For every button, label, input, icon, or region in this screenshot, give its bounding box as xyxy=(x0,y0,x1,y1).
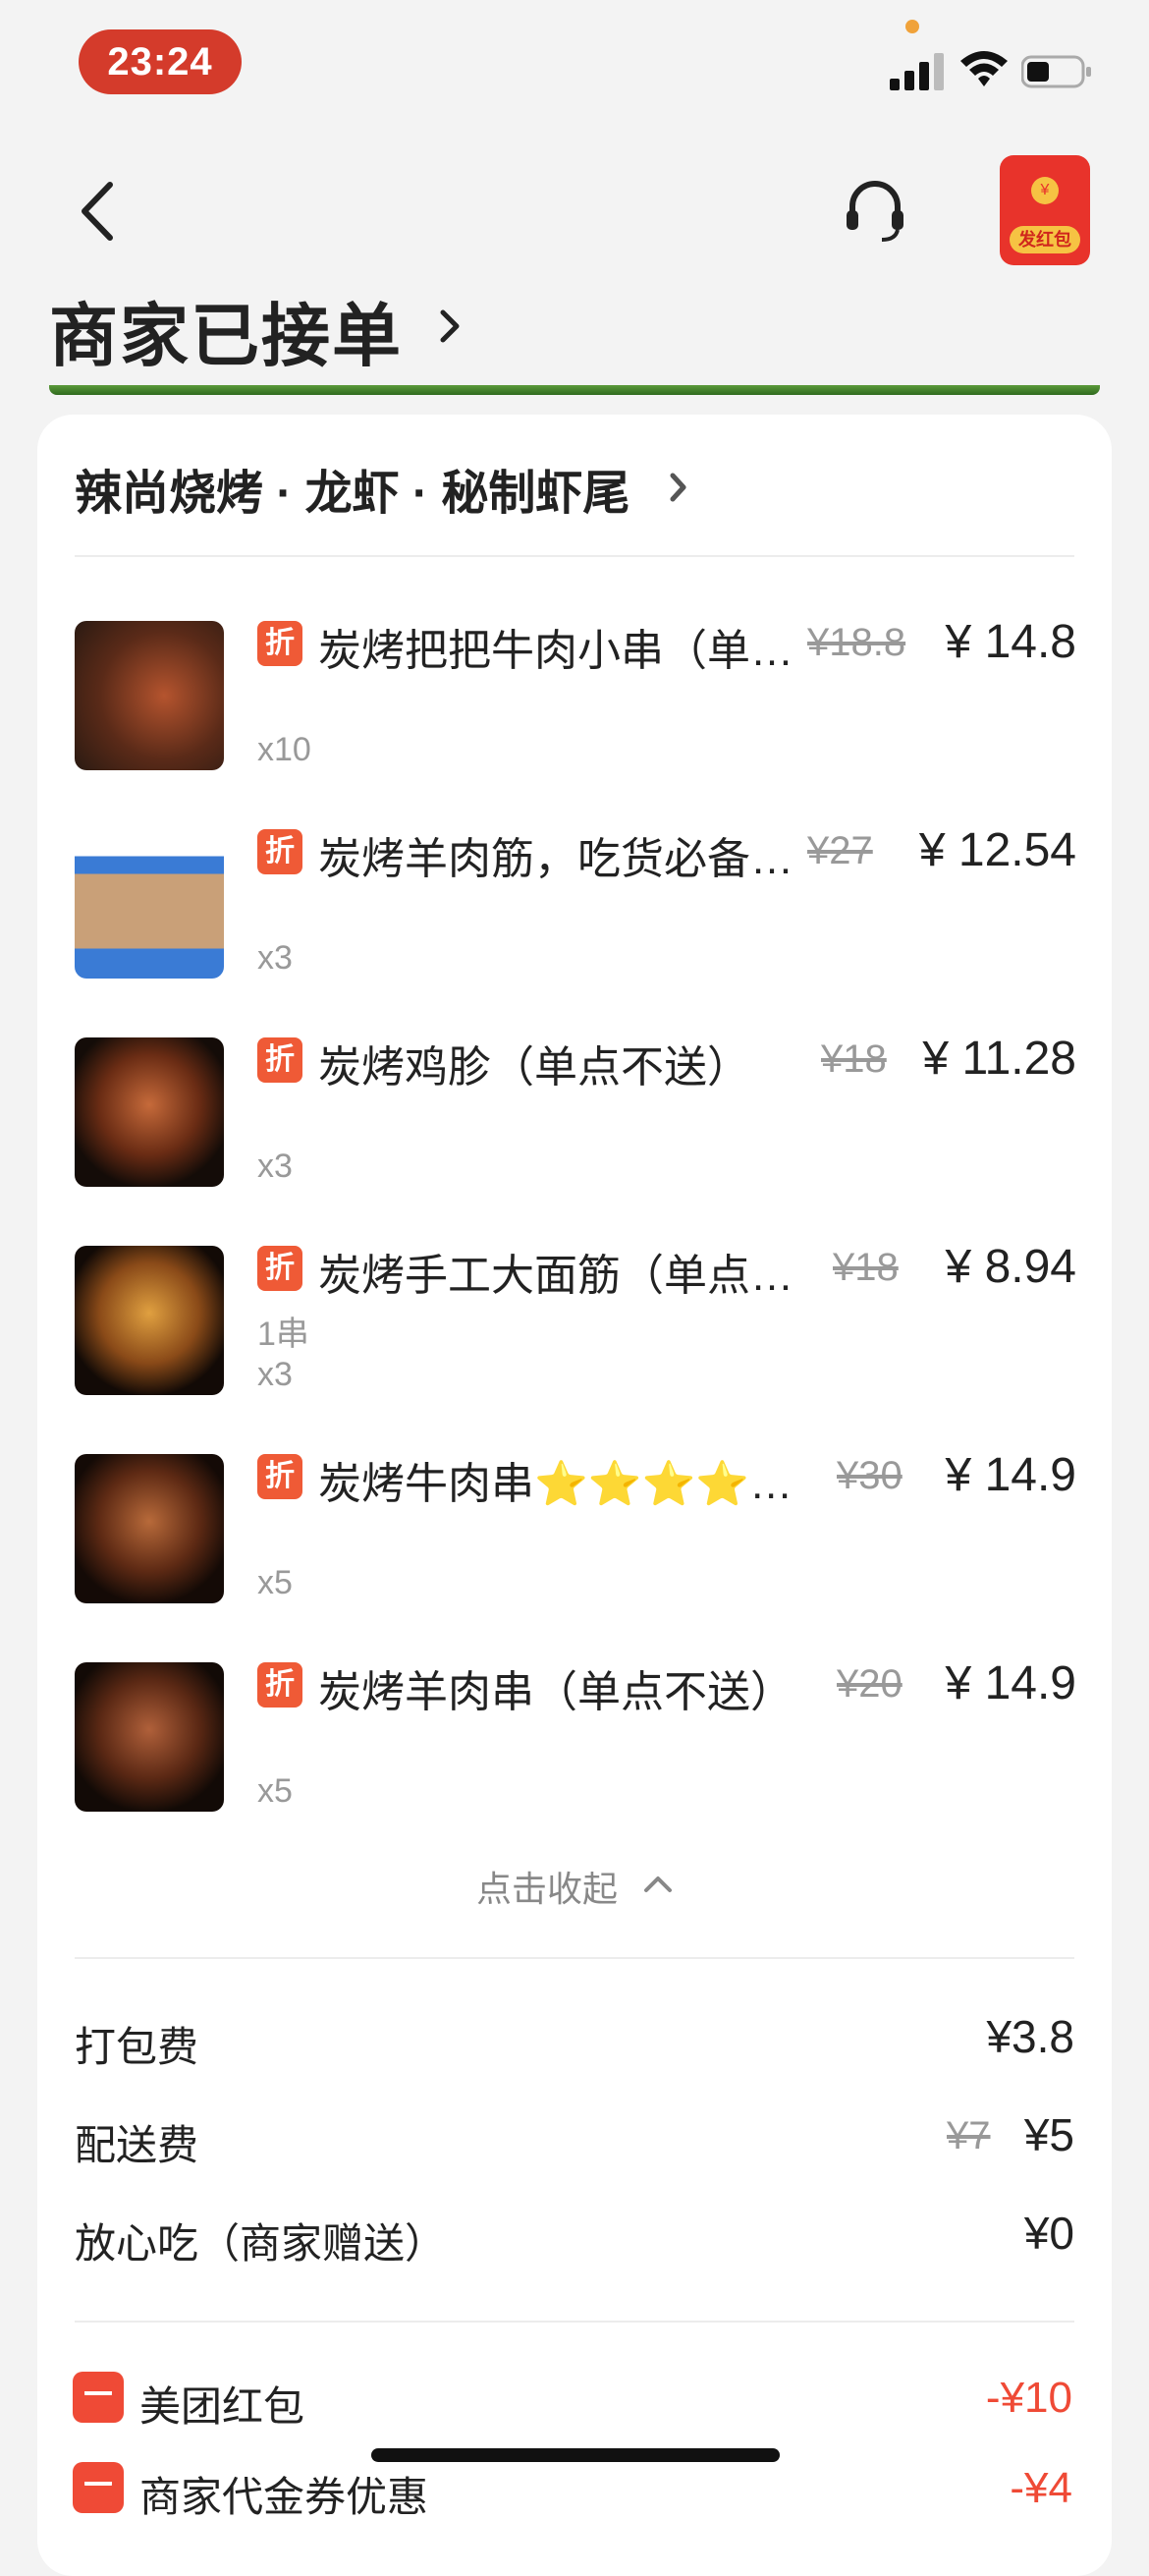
item-price: ¥ 8.94 xyxy=(945,1241,1076,1293)
item-name: 炭烤手工大面筋（单点… xyxy=(318,1252,793,1300)
item-price: ¥ 14.9 xyxy=(945,1657,1076,1709)
item-quantity: x5 xyxy=(257,1564,293,1601)
privacy-indicator-dot xyxy=(905,20,919,33)
battery-icon xyxy=(1021,55,1091,88)
item-original-price: ¥27 xyxy=(807,829,873,872)
delivery-fee-value: ¥5 xyxy=(1023,2109,1074,2160)
voucher-label: 商家代金券优惠 xyxy=(139,2474,429,2520)
discount-badge: 折 xyxy=(257,1454,302,1499)
cellular-signal-icon xyxy=(890,53,944,90)
map-banner-strip xyxy=(49,385,1100,395)
discount-badge: 折 xyxy=(257,621,302,666)
item-thumbnail xyxy=(75,1662,224,1812)
delivery-fee-label: 配送费 xyxy=(75,2122,199,2168)
chevron-up-icon[interactable] xyxy=(640,1873,676,1896)
customer-service-headset-icon[interactable] xyxy=(843,175,907,246)
wifi-icon xyxy=(960,51,1008,86)
item-original-price: ¥30 xyxy=(837,1454,903,1497)
status-bar: 23:24 xyxy=(0,0,1149,128)
item-thumbnail xyxy=(75,1246,224,1395)
red-packet-label: 发红包 xyxy=(1010,226,1080,253)
hongbao-value: -¥10 xyxy=(985,2374,1072,2422)
home-indicator xyxy=(371,2448,780,2462)
item-name: 炭烤把把牛肉小串（单… xyxy=(318,627,793,675)
divider xyxy=(75,555,1074,557)
item-name: 炭烤羊肉串（单点不送） xyxy=(318,1668,793,1716)
packing-fee-label: 打包费 xyxy=(75,2024,199,2070)
item-quantity: x5 xyxy=(257,1772,293,1810)
item-price: ¥ 14.9 xyxy=(945,1449,1076,1501)
collapse-items-button[interactable]: 点击收起 xyxy=(476,1861,618,1912)
item-name: 炭烤羊肉筋，吃货必备… xyxy=(318,835,793,883)
send-red-packet-button[interactable]: ¥ 发红包 xyxy=(1000,155,1090,265)
discount-badge: 折 xyxy=(257,829,302,874)
delivery-fee-original: ¥7 xyxy=(947,2114,991,2157)
discount-badge: 折 xyxy=(257,1037,302,1083)
back-arrow-icon[interactable] xyxy=(69,177,128,246)
top-nav: ¥ 发红包 xyxy=(0,147,1149,275)
safe-eat-label: 放心吃（商家赠送） xyxy=(75,2220,447,2267)
item-spec: 1串 xyxy=(257,1316,309,1353)
item-thumbnail xyxy=(75,829,224,979)
item-thumbnail xyxy=(75,1454,224,1603)
item-name: 炭烤鸡胗（单点不送） xyxy=(318,1043,750,1092)
order-status-title[interactable]: 商家已接单 xyxy=(49,281,403,380)
coin-icon: ¥ xyxy=(1031,177,1059,204)
item-quantity: x10 xyxy=(257,731,311,768)
voucher-value: -¥4 xyxy=(1010,2464,1072,2512)
item-original-price: ¥18 xyxy=(833,1246,899,1289)
packing-fee-value: ¥3.8 xyxy=(986,2011,1074,2062)
order-item[interactable]: 折 炭烤鸡胗（单点不送） ¥18 ¥ 11.28 x3 xyxy=(75,1033,1076,1214)
chevron-right-icon[interactable] xyxy=(437,305,463,348)
voucher-icon xyxy=(73,2462,124,2513)
item-quantity: x3 xyxy=(257,939,293,977)
hongbao-label: 美团红包 xyxy=(139,2383,305,2430)
order-item[interactable]: 折 炭烤羊肉筋，吃货必备… ¥27 ¥ 12.54 x3 xyxy=(75,824,1076,1006)
item-thumbnail xyxy=(75,621,224,770)
order-item[interactable]: 折 炭烤羊肉串（单点不送） ¥20 ¥ 14.9 x5 xyxy=(75,1657,1076,1839)
item-price: ¥ 11.28 xyxy=(922,1033,1076,1085)
item-name: 炭烤牛肉串⭐⭐⭐⭐… xyxy=(318,1460,793,1508)
item-original-price: ¥18.8 xyxy=(807,621,906,664)
item-original-price: ¥18 xyxy=(821,1037,887,1081)
item-price: ¥ 14.8 xyxy=(945,616,1076,668)
shop-name[interactable]: 辣尚烧烤 · 龙虾 · 秘制虾尾 xyxy=(75,454,629,523)
order-item[interactable]: 折 炭烤牛肉串⭐⭐⭐⭐… ¥30 ¥ 14.9 x5 xyxy=(75,1449,1076,1631)
order-item[interactable]: 折 炭烤把把牛肉小串（单… ¥18.8 ¥ 14.8 x10 xyxy=(75,616,1076,798)
chevron-right-icon[interactable] xyxy=(668,470,689,505)
item-original-price: ¥20 xyxy=(837,1662,903,1706)
divider xyxy=(75,2321,1074,2323)
discount-badge: 折 xyxy=(257,1246,302,1291)
discount-badge: 折 xyxy=(257,1662,302,1708)
safe-eat-value: ¥0 xyxy=(1023,2208,1074,2259)
item-thumbnail xyxy=(75,1037,224,1187)
red-packet-icon xyxy=(73,2372,124,2423)
order-item[interactable]: 折 炭烤手工大面筋（单点… ¥18 ¥ 8.94 1串 x3 xyxy=(75,1241,1076,1423)
item-price: ¥ 12.54 xyxy=(918,824,1076,876)
status-time: 23:24 xyxy=(79,29,242,94)
item-quantity: x3 xyxy=(257,1148,293,1185)
item-quantity: x3 xyxy=(257,1356,293,1393)
divider xyxy=(75,1957,1074,1959)
